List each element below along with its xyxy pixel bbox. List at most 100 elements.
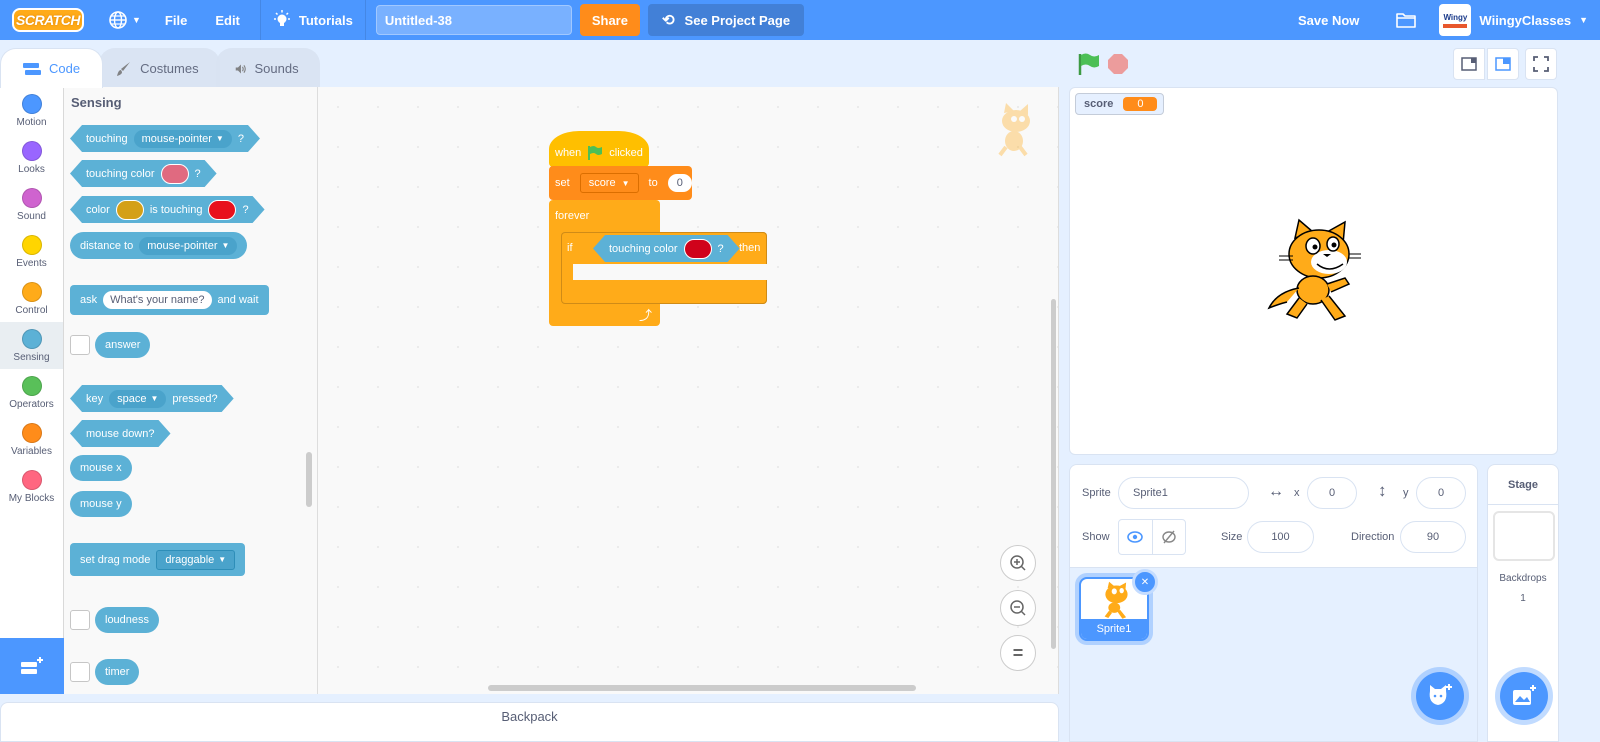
tutorials-button[interactable]: Tutorials	[261, 0, 365, 40]
my-stuff-button[interactable]	[1383, 0, 1429, 40]
backdrops-label: Backdrops	[1499, 573, 1547, 584]
file-menu[interactable]: File	[153, 0, 199, 40]
tab-costumes[interactable]: Costumes	[99, 48, 220, 88]
add-extension-button[interactable]	[0, 638, 64, 694]
key-dropdown[interactable]: space ▼	[109, 390, 166, 408]
delete-sprite-button[interactable]: ✕	[1132, 569, 1158, 595]
block-mouse-y[interactable]: mouse y	[70, 491, 132, 517]
block-set-drag-mode[interactable]: set drag mode draggable ▼	[70, 543, 246, 576]
fullscreen-button[interactable]	[1525, 48, 1557, 80]
stage[interactable]: score 0	[1069, 87, 1558, 455]
stop-button[interactable]	[1108, 54, 1128, 74]
category-dot	[21, 93, 42, 114]
block-distance-to[interactable]: distance to mouse-pointer ▼	[70, 232, 248, 259]
color-picker[interactable]	[208, 200, 236, 220]
category-looks[interactable]: Looks	[0, 134, 63, 181]
color-picker[interactable]	[161, 164, 189, 184]
block-touching[interactable]: touching mouse-pointer ▼ ?	[70, 125, 260, 152]
x-position-input[interactable]: 0	[1307, 477, 1357, 509]
share-button[interactable]: Share	[579, 4, 640, 36]
sprite-pane: Sprite Sprite1 ↔ x 0 ↕ y 0 Show Size 100…	[1069, 464, 1478, 742]
language-menu[interactable]: ▼	[96, 0, 153, 40]
color-picker[interactable]	[116, 200, 144, 220]
answer-monitor-checkbox[interactable]	[70, 335, 90, 355]
category-label: Motion	[16, 116, 47, 128]
drag-mode-dropdown[interactable]: draggable ▼	[156, 549, 236, 570]
block-ask-and-wait[interactable]: ask What's your name? and wait	[70, 285, 269, 315]
see-project-page-button[interactable]: ⟲ See Project Page	[647, 4, 805, 36]
zoom-out-button[interactable]	[1000, 590, 1036, 626]
category-variables[interactable]: Variables	[0, 416, 63, 463]
variable-dropdown[interactable]: score ▼	[579, 173, 639, 193]
green-flag-button[interactable]	[1076, 52, 1100, 76]
block-mouse-x[interactable]: mouse x	[70, 455, 132, 481]
block-answer[interactable]: answer	[95, 332, 151, 358]
choose-sprite-button[interactable]	[1416, 672, 1464, 720]
category-sound[interactable]: Sound	[0, 181, 63, 228]
scratch-logo[interactable]: SCRATCH	[12, 8, 84, 32]
edit-menu[interactable]: Edit	[203, 0, 252, 40]
workspace-vertical-scrollbar[interactable]	[1051, 299, 1056, 649]
size-input[interactable]: 100	[1247, 521, 1314, 553]
distance-target-dropdown[interactable]: mouse-pointer ▼	[139, 236, 238, 255]
y-position-input[interactable]: 0	[1416, 477, 1466, 509]
normal-stage-button[interactable]	[1487, 48, 1519, 80]
if-then-block[interactable]: if touching color ? then	[561, 232, 767, 304]
category-dot	[21, 375, 42, 396]
zoom-reset-button[interactable]: =	[1000, 635, 1036, 671]
category-events[interactable]: Events	[0, 228, 63, 275]
palette-scrollbar[interactable]	[306, 452, 312, 507]
when-flag-clicked-block[interactable]: when clicked	[549, 131, 649, 167]
globe-icon	[109, 11, 127, 29]
fullscreen-icon	[1533, 56, 1549, 72]
block-key-pressed[interactable]: key space ▼ pressed?	[70, 385, 234, 412]
set-value-input[interactable]: 0	[667, 174, 692, 192]
small-stage-button[interactable]	[1453, 48, 1485, 80]
block-touching-color[interactable]: touching color ?	[70, 160, 217, 187]
block-color-is-touching[interactable]: color is touching ?	[70, 196, 265, 223]
block-text: ?	[242, 203, 249, 216]
loudness-monitor-checkbox[interactable]	[70, 610, 90, 630]
user-avatar[interactable]: Wingy	[1439, 4, 1472, 36]
category-dot	[21, 140, 42, 161]
sprite-tile-name: Sprite1	[1081, 619, 1147, 639]
category-my-blocks[interactable]: My Blocks	[0, 463, 63, 510]
variable-monitor-score[interactable]: score 0	[1075, 93, 1165, 115]
save-now-button[interactable]: Save Now	[1286, 0, 1371, 40]
touching-color-condition[interactable]: touching color ?	[593, 235, 740, 262]
visibility-toggle	[1118, 519, 1186, 555]
block-mouse-down[interactable]: mouse down?	[70, 420, 171, 447]
timer-monitor-checkbox[interactable]	[70, 662, 90, 682]
tab-code[interactable]: Code	[0, 48, 104, 88]
category-label: Operators	[9, 398, 54, 410]
sprite-name-input[interactable]: Sprite1	[1118, 477, 1249, 509]
set-variable-block[interactable]: set score ▼ to 0	[549, 166, 692, 200]
hide-sprite-button[interactable]	[1153, 520, 1186, 554]
show-sprite-button[interactable]	[1119, 520, 1153, 554]
category-control[interactable]: Control	[0, 275, 63, 322]
caret-down-icon: ▼	[215, 134, 224, 143]
project-title-input[interactable]: Untitled-38	[375, 5, 572, 35]
choose-backdrop-button[interactable]	[1500, 672, 1548, 720]
category-sensing[interactable]: Sensing	[0, 322, 63, 369]
category-operators[interactable]: Operators	[0, 369, 63, 416]
color-picker[interactable]	[684, 239, 712, 259]
direction-input[interactable]: 90	[1400, 521, 1466, 553]
workspace-horizontal-scrollbar[interactable]	[488, 685, 916, 691]
block-text: when	[555, 147, 582, 159]
block-timer[interactable]: timer	[95, 659, 140, 685]
code-workspace[interactable]: when clicked set score ▼ to 0 forever ⤴ i…	[318, 87, 1059, 694]
backpack[interactable]: Backpack	[0, 702, 1059, 742]
touching-target-dropdown[interactable]: mouse-pointer ▼	[134, 130, 232, 148]
stage-thumbnail[interactable]	[1493, 511, 1555, 561]
lightbulb-icon	[273, 10, 290, 26]
zoom-in-button[interactable]	[1000, 545, 1036, 581]
tab-sounds[interactable]: Sounds	[215, 48, 320, 88]
cat-sprite[interactable]	[1265, 218, 1365, 326]
see-project-page-label: See Project Page	[684, 12, 791, 28]
account-menu[interactable]: WiingyClasses ▼	[1479, 0, 1600, 40]
block-loudness[interactable]: loudness	[95, 607, 160, 633]
ask-question-input[interactable]: What's your name?	[103, 291, 212, 309]
category-motion[interactable]: Motion	[0, 87, 63, 134]
stage-target-pane[interactable]: Stage Backdrops 1	[1487, 464, 1559, 742]
